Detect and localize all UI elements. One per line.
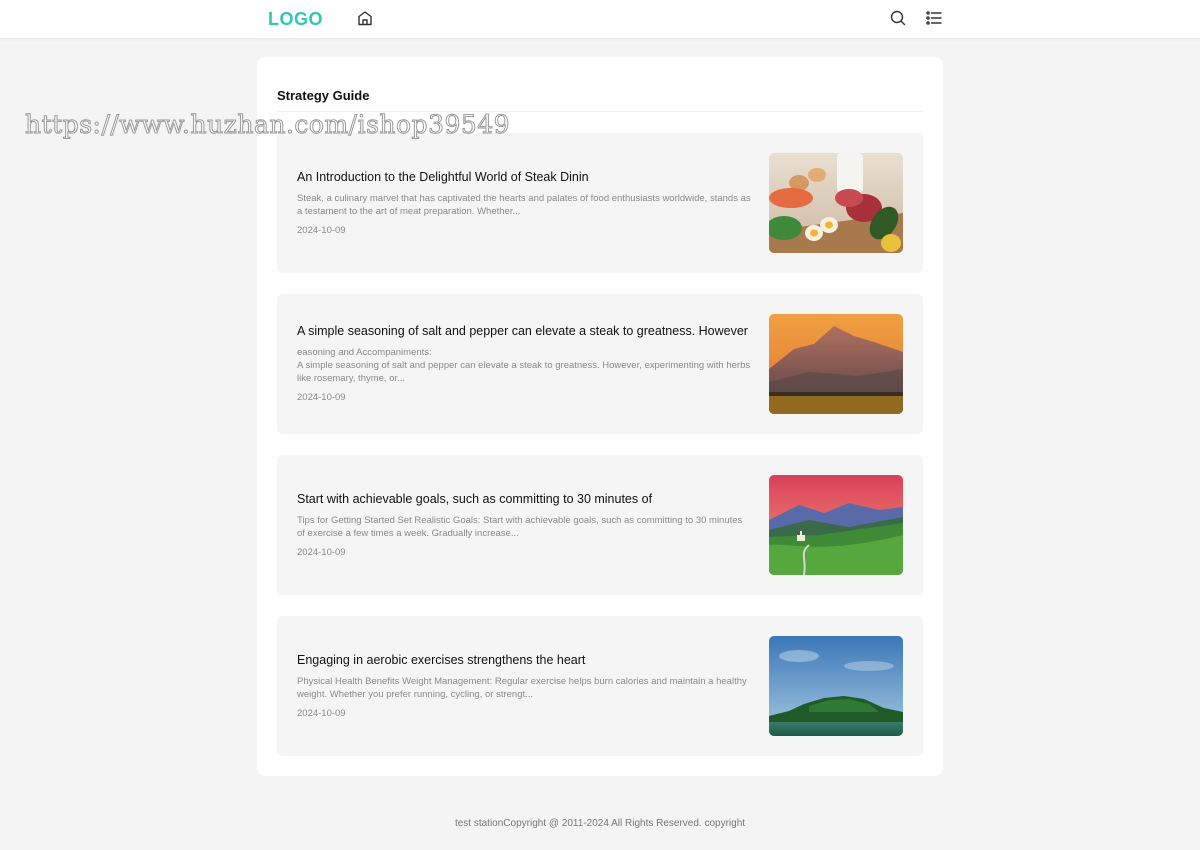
- divider: [277, 111, 923, 112]
- top-navbar: LOGO: [0, 0, 1200, 38]
- article-title[interactable]: An Introduction to the Delightful World …: [297, 170, 752, 185]
- article-title[interactable]: Engaging in aerobic exercises strengthen…: [297, 653, 752, 668]
- footer-copyright: test stationCopyright @ 2011-2024 All Ri…: [454, 818, 746, 829]
- article-summary: Steak, a culinary marvel that has captiv…: [297, 192, 751, 217]
- site-logo[interactable]: LOGO: [268, 9, 323, 30]
- article-list-card: Strategy Guide An Introduction to the De…: [257, 57, 943, 776]
- article-date: 2024-10-09: [297, 546, 346, 558]
- article-date: 2024-10-09: [297, 224, 346, 236]
- article-thumbnail-food[interactable]: [769, 153, 903, 253]
- article-thumbnail-mountain[interactable]: [769, 314, 903, 414]
- article-summary: Tips for Getting Started Set Realistic G…: [297, 514, 743, 539]
- article-summary: Physical Health Benefits Weight Manageme…: [297, 675, 747, 700]
- search-icon[interactable]: [889, 9, 907, 27]
- article-title[interactable]: Start with achievable goals, such as com…: [297, 492, 752, 507]
- article-summary: easoning and Accompaniments: A simple se…: [297, 347, 751, 384]
- article-card[interactable]: An Introduction to the Delightful World …: [277, 133, 923, 273]
- home-icon[interactable]: [356, 9, 374, 27]
- article-date: 2024-10-09: [297, 392, 346, 403]
- article-text: An Introduction to the Delightful World …: [297, 133, 752, 273]
- article-card[interactable]: Engaging in aerobic exercises strengthen…: [277, 616, 923, 756]
- article-text: A simple seasoning of salt and pepper ca…: [297, 294, 752, 434]
- article-thumbnail-lake[interactable]: [769, 636, 903, 736]
- article-title[interactable]: A simple seasoning of salt and pepper ca…: [297, 324, 752, 339]
- list-menu-icon[interactable]: [925, 9, 943, 27]
- section-title: Strategy Guide: [277, 88, 370, 103]
- article-card[interactable]: Start with achievable goals, such as com…: [277, 455, 923, 595]
- article-date: 2024-10-09: [297, 707, 346, 719]
- article-text: Engaging in aerobic exercises strengthen…: [297, 616, 752, 756]
- article-thumbnail-valley[interactable]: [769, 475, 903, 575]
- article-text: Start with achievable goals, such as com…: [297, 455, 752, 595]
- article-card[interactable]: A simple seasoning of salt and pepper ca…: [277, 294, 923, 434]
